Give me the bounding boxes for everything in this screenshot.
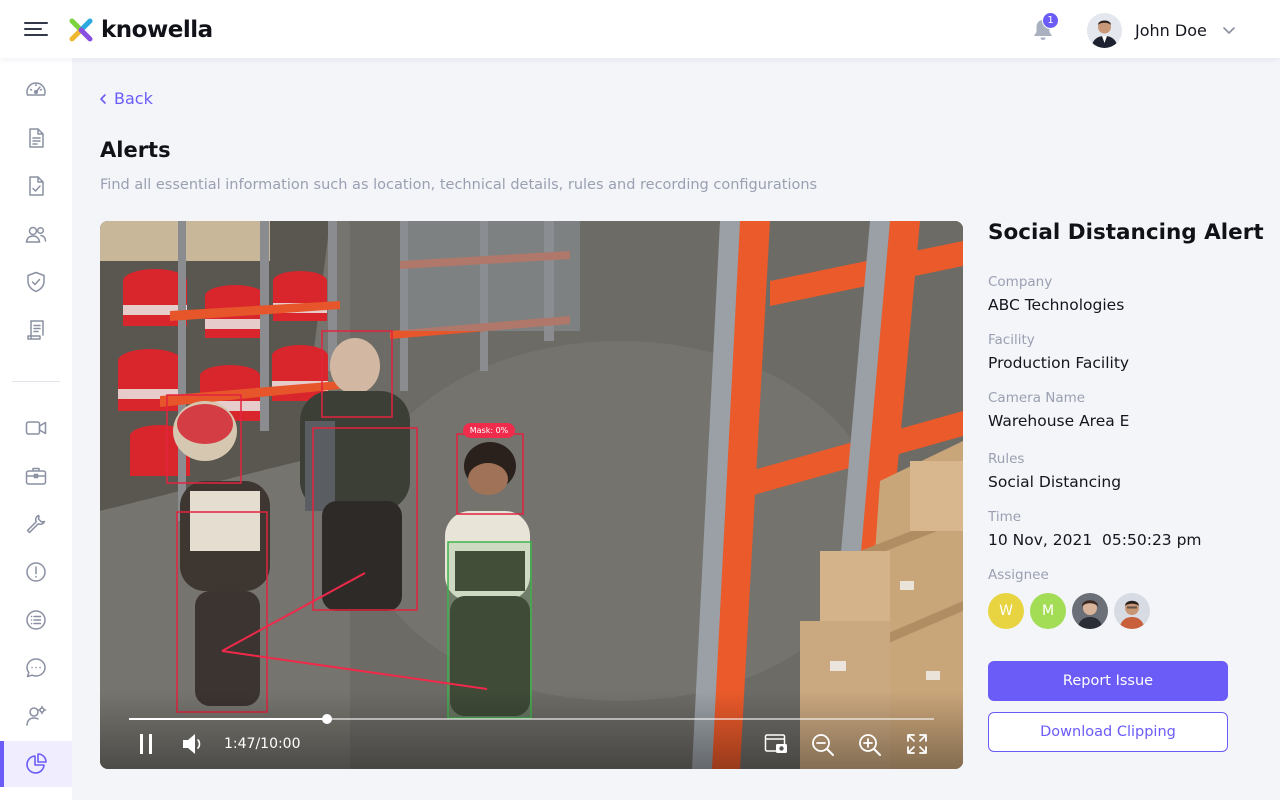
sidebar-divider <box>12 381 60 382</box>
notification-badge: 1 <box>1042 12 1059 29</box>
mask-detection-label: Mask: 0% <box>463 423 515 438</box>
assignee-label: Assignee <box>988 567 1049 583</box>
user-photo-icon <box>1114 593 1150 629</box>
assignee-list: W M <box>988 593 1150 629</box>
user-photo-icon <box>1072 593 1108 629</box>
video-camera-icon <box>25 421 47 435</box>
sidebar-item-users[interactable] <box>0 211 72 257</box>
snapshot-icon[interactable] <box>764 733 788 755</box>
sidebar-item-checklists[interactable] <box>0 163 72 209</box>
sidebar-item-dashboard[interactable] <box>0 67 72 113</box>
pause-icon[interactable] <box>138 733 154 755</box>
facility-value: Production Facility <box>988 354 1130 372</box>
zoom-out-icon[interactable] <box>811 733 835 757</box>
camera-name-label: Camera Name <box>988 390 1086 406</box>
document-icon <box>29 128 44 148</box>
download-clipping-button[interactable]: Download Clipping <box>988 712 1228 752</box>
pie-chart-icon <box>26 753 47 774</box>
sidebar-item-messages[interactable] <box>0 645 72 691</box>
sidebar-item-analytics[interactable] <box>0 741 72 787</box>
wrench-icon <box>26 514 46 534</box>
video-time: 1:47/10:00 <box>224 736 301 752</box>
video-progress-handle[interactable] <box>322 714 333 724</box>
camera-frame <box>100 221 963 769</box>
briefcase-icon <box>25 467 47 485</box>
shield-check-icon <box>27 271 45 293</box>
assignee-avatar[interactable] <box>1114 593 1150 629</box>
time-value: 10 Nov, 2021 05:50:23 pm <box>988 531 1202 549</box>
sidebar-item-documents[interactable] <box>0 115 72 161</box>
users-icon <box>25 226 47 243</box>
sidebar <box>0 58 72 800</box>
logo[interactable]: knowella <box>68 15 213 45</box>
top-bar: knowella 1 John Doe <box>0 0 1280 58</box>
company-label: Company <box>988 274 1053 290</box>
sidebar-item-user-settings[interactable] <box>0 693 72 739</box>
sidebar-item-assets[interactable] <box>0 453 72 499</box>
sidebar-item-safety[interactable] <box>0 259 72 305</box>
sidebar-item-cameras[interactable] <box>0 405 72 451</box>
dashboard-icon <box>26 82 46 96</box>
user-menu[interactable]: John Doe <box>1087 12 1237 48</box>
assignee-avatar[interactable]: M <box>1030 593 1066 629</box>
menu-icon[interactable] <box>24 19 50 39</box>
user-name: John Doe <box>1135 20 1207 40</box>
volume-icon[interactable] <box>182 733 206 755</box>
report-issue-button[interactable]: Report Issue <box>988 661 1228 701</box>
page-subtitle: Find all essential information such as l… <box>100 177 818 193</box>
assignee-avatar[interactable] <box>1072 593 1108 629</box>
avatar <box>1087 12 1122 48</box>
fullscreen-icon[interactable] <box>906 733 928 755</box>
chat-icon <box>26 658 46 678</box>
knowella-logo-icon <box>69 18 93 42</box>
checklist-icon <box>29 176 44 196</box>
video-progress-fill <box>129 718 328 720</box>
back-label: Back <box>114 89 153 108</box>
user-settings-icon <box>26 705 47 726</box>
chevron-left-icon <box>100 93 106 104</box>
list-icon <box>26 610 46 630</box>
sidebar-item-maintenance[interactable] <box>0 501 72 547</box>
brand-name: knowella <box>101 17 213 43</box>
time-label: Time <box>988 509 1022 525</box>
rules-label: Rules <box>988 451 1025 467</box>
facility-label: Facility <box>988 332 1035 348</box>
report-icon <box>27 320 44 340</box>
sidebar-item-lists[interactable] <box>0 597 72 643</box>
alert-title: Social Distancing Alert <box>988 220 1264 245</box>
video-player[interactable]: Mask: 0% 1:47/10:00 <box>100 221 963 769</box>
assignee-avatar[interactable]: W <box>988 593 1024 629</box>
rules-value: Social Distancing <box>988 473 1122 491</box>
video-controls: 1:47/10:00 <box>100 691 963 769</box>
zoom-in-icon[interactable] <box>858 733 882 757</box>
video-progress-bar[interactable] <box>129 714 934 724</box>
page-title: Alerts <box>100 138 171 162</box>
back-link[interactable]: Back <box>98 89 153 108</box>
sidebar-item-reports[interactable] <box>0 307 72 353</box>
alert-circle-icon <box>26 562 46 582</box>
chevron-down-icon[interactable] <box>1221 22 1237 38</box>
company-value: ABC Technologies <box>988 296 1125 314</box>
camera-name-value: Warehouse Area E <box>988 412 1130 430</box>
sidebar-item-alerts[interactable] <box>0 549 72 595</box>
